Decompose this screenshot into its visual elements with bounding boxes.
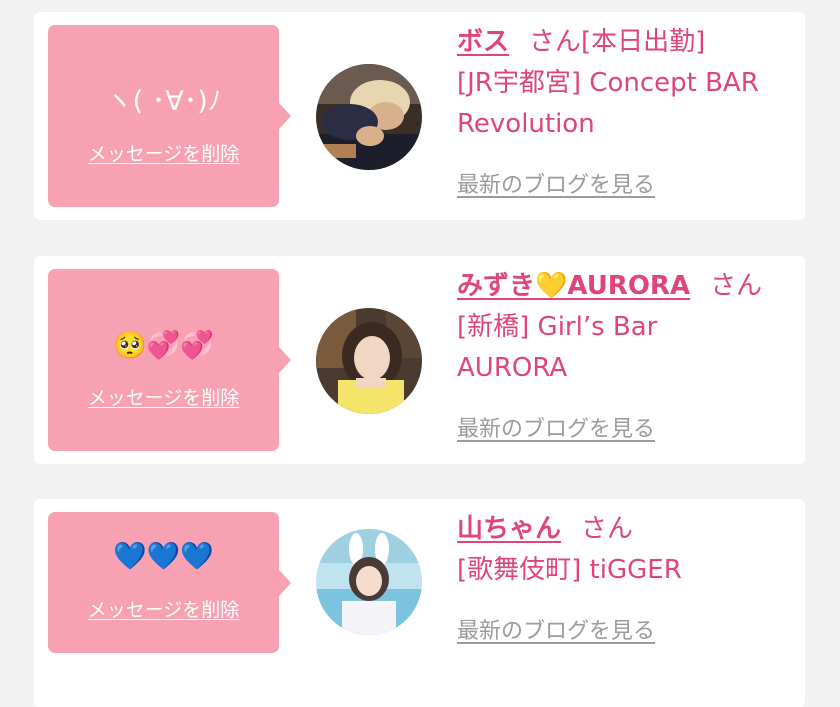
cast-name-link[interactable]: ボス [457, 27, 509, 57]
delete-message-link[interactable]: メッセージを削除 [48, 142, 279, 166]
status-tag: [本日出勤] [581, 27, 706, 57]
shop-line: AURORA [457, 353, 568, 383]
avatar[interactable] [316, 529, 422, 635]
avatar[interactable] [316, 64, 422, 170]
message-bubble: ヽ( ･∀･)ﾉ メッセージを削除 [48, 25, 291, 207]
message-text: 💙💙💙 [113, 541, 214, 572]
delete-message-link[interactable]: メッセージを削除 [48, 386, 279, 410]
delete-message-link[interactable]: メッセージを削除 [48, 598, 279, 622]
cast-info: ボス さん[本日出勤] [JR宇都宮] Concept BAR Revolutio… [457, 22, 802, 145]
message-bubble: 💙💙💙 メッセージを削除 [48, 512, 291, 653]
message-bubble: 🥺💞💞 メッセージを削除 [48, 269, 291, 451]
avatar[interactable] [316, 308, 422, 414]
message-text: 🥺💞💞 [113, 330, 214, 361]
shop-line: [歌舞伎町] tiGGER [457, 555, 682, 585]
name-row: ボス さん[本日出勤] [457, 22, 802, 63]
cast-name-link[interactable]: 山ちゃん [457, 514, 561, 544]
cast-info: みずき💛AURORA さん [新橋] Girl’s Bar AURORA [457, 266, 802, 389]
latest-blog-link[interactable]: 最新のブログを見る [457, 414, 655, 446]
honorific: さん [710, 271, 763, 301]
name-row: 山ちゃん さん [457, 509, 802, 550]
latest-blog-link[interactable]: 最新のブログを見る [457, 170, 655, 202]
cast-name-link[interactable]: みずき💛AURORA [457, 271, 690, 301]
message-card: 💙💙💙 メッセージを削除 山ちゃん さん [歌舞伎町] tiGGER 最新のブログ… [34, 499, 805, 707]
latest-blog-link[interactable]: 最新のブログを見る [457, 616, 655, 648]
honorific: さん [529, 27, 582, 57]
cast-info: 山ちゃん さん [歌舞伎町] tiGGER [457, 509, 802, 591]
message-text: ヽ( ･∀･)ﾉ [105, 86, 222, 117]
shop-line: [新橋] Girl’s Bar [457, 312, 658, 342]
message-card: ヽ( ･∀･)ﾉ メッセージを削除 ボス さん[本日出勤] [JR宇都宮] Con… [34, 12, 805, 220]
message-card: 🥺💞💞 メッセージを削除 みずき💛AURORA さん [新橋] Girl’s Ba… [34, 256, 805, 464]
name-row: みずき💛AURORA さん [457, 266, 802, 307]
honorific: さん [581, 514, 634, 544]
shop-line: Revolution [457, 109, 595, 139]
shop-line: [JR宇都宮] Concept BAR [457, 68, 759, 98]
